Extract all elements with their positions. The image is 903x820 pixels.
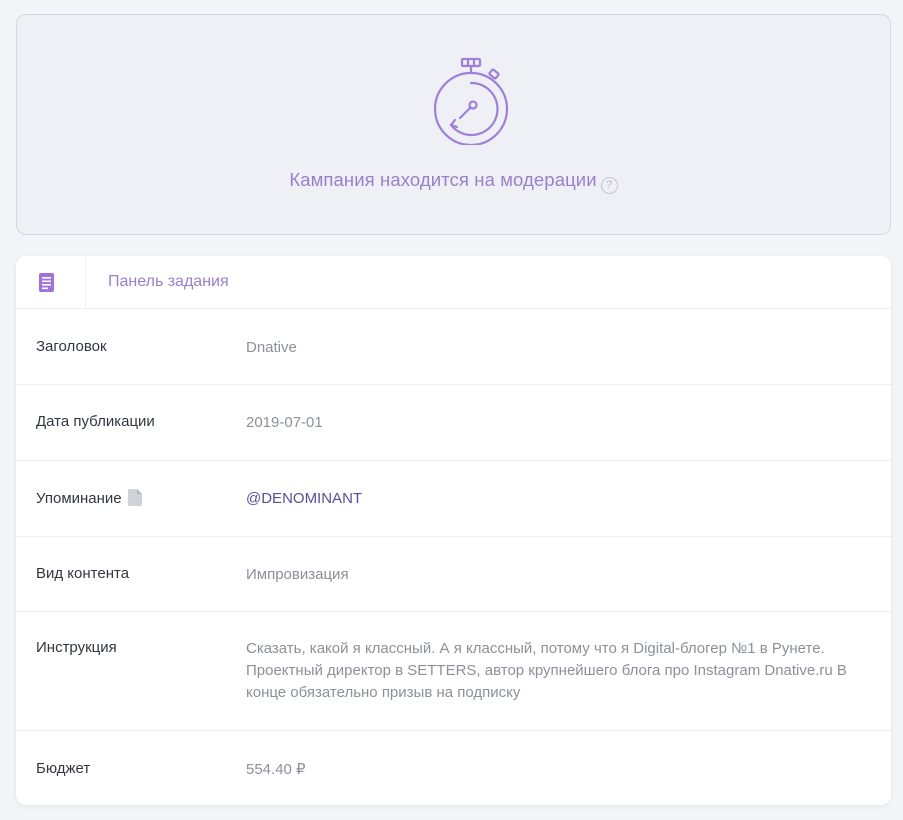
row-label: Дата публикации: [36, 413, 155, 430]
document-icon: [39, 273, 54, 292]
mention-label: Упоминание: [36, 490, 122, 507]
row-title: Заголовок Dnative: [16, 309, 891, 385]
row-label: Инструкция: [36, 639, 117, 656]
row-value: 554.40 ₽: [246, 761, 306, 778]
panel-title: Панель задания: [108, 273, 229, 290]
row-label: Вид контента: [36, 565, 130, 582]
row-mention: Упоминание @DENOMINANT: [16, 461, 891, 537]
row-value: Dnative: [246, 339, 297, 356]
row-value: Сказать, какой я классный. А я классный,…: [246, 640, 847, 701]
row-label: Бюджет: [36, 760, 91, 777]
moderation-status-text: Кампания находится на модерации?: [17, 169, 890, 194]
mention-value[interactable]: @DENOMINANT: [246, 488, 875, 510]
row-label: Упоминание: [36, 489, 142, 507]
help-icon[interactable]: ?: [600, 177, 618, 194]
row-budget: Бюджет 554.40 ₽: [16, 731, 891, 805]
row-content-type: Вид контента Импровизация: [16, 537, 891, 612]
moderation-status-card: Кампания находится на модерации?: [16, 14, 891, 235]
row-instruction: Инструкция Сказать, какой я классный. А …: [16, 612, 891, 731]
stopwatch-icon: [433, 57, 509, 145]
copy-icon[interactable]: [127, 489, 142, 506]
row-label: Заголовок: [36, 338, 107, 355]
panel-icon-cell: [16, 256, 86, 309]
row-value: 2019-07-01: [246, 414, 323, 431]
row-value: Импровизация: [246, 566, 349, 583]
panel-header: Панель задания: [16, 256, 891, 309]
row-publish-date: Дата публикации 2019-07-01: [16, 385, 891, 461]
task-panel: Панель задания Заголовок Dnative Дата пу…: [16, 256, 891, 805]
